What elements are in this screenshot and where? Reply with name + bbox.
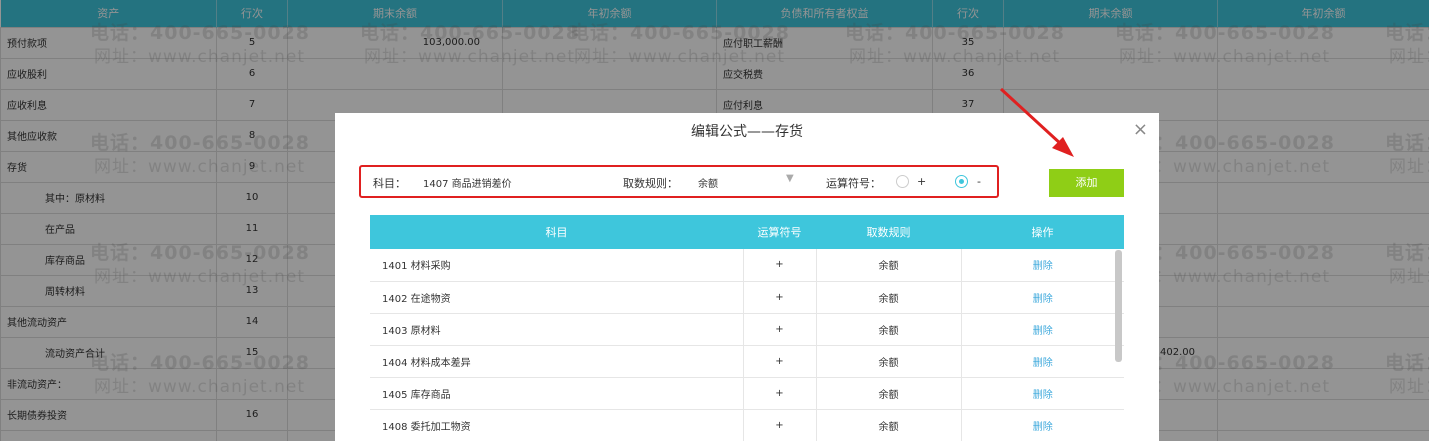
rule-cell: 余额 (816, 249, 962, 282)
formula-input-row: 科目： 1407 商品进销差价 取数规则： 余额 ▼ 运算符号： + - (359, 165, 999, 198)
col-header-rule: 取数规则 (816, 215, 961, 249)
formula-row: 1405 库存商品 + 余额 删除 (370, 377, 1124, 410)
rule-label: 取数规则： (623, 177, 678, 190)
add-button[interactable]: 添加 (1049, 169, 1124, 197)
subject-cell: 1403 原材料 (370, 313, 744, 346)
chevron-down-icon[interactable]: ▼ (786, 173, 794, 184)
formula-row: 1403 原材料 + 余额 删除 (370, 313, 1124, 346)
minus-radio[interactable] (955, 175, 968, 188)
delete-link[interactable]: 删除 (961, 313, 1124, 346)
formula-row: 1401 材料采购 + 余额 删除 (370, 249, 1124, 282)
delete-link[interactable]: 删除 (961, 377, 1124, 410)
rule-select[interactable]: 余额 (698, 175, 718, 190)
col-header-subject: 科目 (370, 215, 743, 249)
operator-cell: + (743, 249, 817, 282)
plus-radio-label: + (917, 175, 927, 188)
rule-cell: 余额 (816, 345, 962, 378)
subject-cell: 1401 材料采购 (370, 249, 744, 282)
edit-formula-dialog: 编辑公式——存货 × 科目： 1407 商品进销差价 取数规则： 余额 ▼ 运算… (335, 113, 1159, 441)
formula-row: 1404 材料成本差异 + 余额 删除 (370, 345, 1124, 378)
formula-table-header: 科目 运算符号 取数规则 操作 (370, 215, 1124, 249)
operator-cell: + (743, 313, 817, 346)
operator-label: 运算符号： (826, 177, 881, 190)
close-icon[interactable]: × (1133, 119, 1148, 140)
scrollbar[interactable] (1115, 250, 1122, 362)
delete-link[interactable]: 删除 (961, 409, 1124, 441)
formula-row: 1408 委托加工物资 + 余额 删除 (370, 409, 1124, 441)
subject-field[interactable]: 1407 商品进销差价 (423, 175, 512, 190)
formula-items-table: 科目 运算符号 取数规则 操作 1401 材料采购 + 余额 删除 1402 在途物资 +… (370, 215, 1124, 441)
subject-cell: 1408 委托加工物资 (370, 409, 744, 441)
delete-link[interactable]: 删除 (961, 281, 1124, 314)
operator-cell: + (743, 345, 817, 378)
formula-row: 1402 在途物资 + 余额 删除 (370, 281, 1124, 314)
col-header-action: 操作 (961, 215, 1124, 249)
rule-cell: 余额 (816, 409, 962, 441)
plus-radio[interactable] (896, 175, 909, 188)
rule-cell: 余额 (816, 377, 962, 410)
subject-cell: 1405 库存商品 (370, 377, 744, 410)
subject-label: 科目： (373, 177, 406, 190)
rule-cell: 余额 (816, 281, 962, 314)
operator-cell: + (743, 281, 817, 314)
minus-radio-label: - (977, 175, 981, 188)
subject-cell: 1402 在途物资 (370, 281, 744, 314)
delete-link[interactable]: 删除 (961, 249, 1124, 282)
operator-cell: + (743, 409, 817, 441)
rule-cell: 余额 (816, 313, 962, 346)
dialog-title: 编辑公式——存货 (691, 124, 803, 140)
operator-cell: + (743, 377, 817, 410)
subject-cell: 1404 材料成本差异 (370, 345, 744, 378)
col-header-operator: 运算符号 (743, 215, 816, 249)
delete-link[interactable]: 删除 (961, 345, 1124, 378)
